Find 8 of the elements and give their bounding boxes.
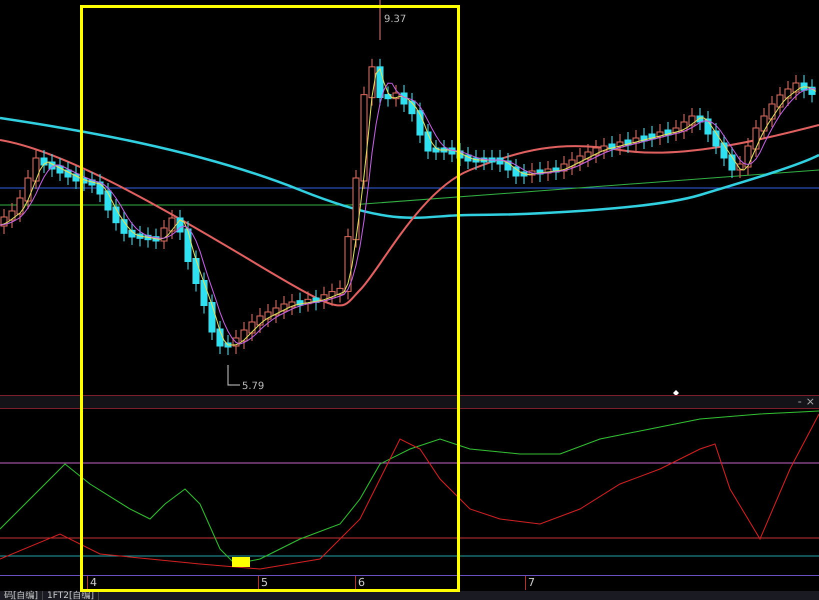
axis-label: 5 [258, 576, 268, 590]
minimize-button[interactable]: - [798, 396, 802, 408]
close-button[interactable]: × [806, 396, 815, 408]
axis-label: 6 [355, 576, 365, 590]
axis-label: 4 [87, 576, 97, 590]
axis-label: 7 [525, 576, 535, 590]
formula-tab[interactable]: 码[自编] [0, 591, 44, 600]
signal-marker [232, 557, 250, 567]
